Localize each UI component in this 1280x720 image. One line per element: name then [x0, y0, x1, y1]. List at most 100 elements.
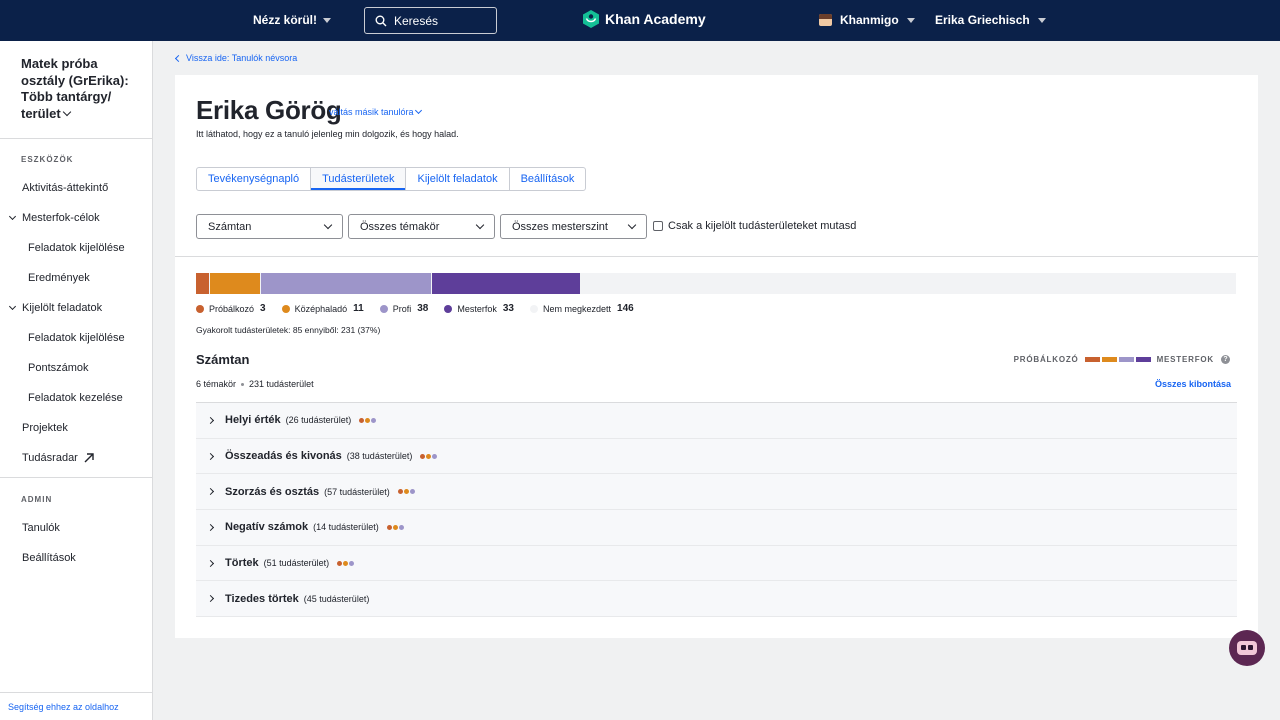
tab-skills[interactable]: Tudásterületek	[311, 168, 407, 190]
class-title: Matek próba osztály (GrErika): Több tant…	[21, 56, 129, 121]
divider	[175, 256, 1258, 257]
unit-name: Szorzás és osztás	[225, 485, 320, 498]
unit-name: Törtek	[225, 557, 259, 570]
class-selector[interactable]: Matek próba osztály (GrErika): Több tant…	[21, 56, 141, 122]
khanmigo-chat-button[interactable]	[1229, 630, 1265, 666]
mastery-dot	[365, 417, 371, 423]
unit-mastery-dots	[397, 489, 415, 495]
back-link[interactable]: Vissza ide: Tanulók névsora	[174, 53, 298, 63]
separator-dot	[241, 382, 245, 386]
sidebar-item-students[interactable]: Tanulók	[22, 522, 60, 534]
unit-row[interactable]: Tizedes törtek (45 tudásterület)	[196, 581, 1237, 618]
mastery-scale-swatch	[1101, 357, 1117, 362]
mastery-scale-legend: PRÓBÁLKOZÓ MESTERFOK ?	[1014, 355, 1230, 364]
mastery-dot	[359, 417, 365, 423]
unit-name: Helyi érték	[225, 414, 281, 427]
unit-row[interactable]: Szorzás és osztás (57 tudásterület)	[196, 474, 1237, 511]
khanmigo-icon	[1237, 641, 1257, 655]
unit-row[interactable]: Helyi érték (26 tudásterület)	[196, 403, 1237, 439]
progress-segment	[432, 273, 581, 294]
switch-student-button[interactable]: váltás másik tanulóra	[329, 106, 422, 117]
legend-label: Középhaladó	[294, 303, 348, 314]
course-title: Számtan	[196, 352, 250, 367]
sidebar-item-assign-content[interactable]: Feladatok kijelölése	[28, 332, 125, 344]
legend-item: Profi 38	[379, 303, 428, 314]
unit-skill-count: (57 tudásterület)	[324, 486, 390, 497]
student-name: Erika Görög	[196, 95, 342, 125]
chevron-right-icon	[206, 416, 215, 424]
progress-segment	[196, 273, 210, 294]
subject-dropdown[interactable]: Számtan	[196, 214, 343, 239]
chevron-down-icon	[475, 220, 485, 230]
mastery-dropdown-value: Összes mesterszint	[512, 220, 608, 233]
sidebar-item-knowledge-radar[interactable]: Tudásradar	[22, 452, 94, 464]
topic-dropdown[interactable]: Összes témakör	[348, 214, 495, 239]
help-icon[interactable]: ?	[1221, 355, 1230, 364]
mastery-scale-swatch	[1135, 357, 1151, 362]
sidebar-item-mastery-goals[interactable]: Mesterfok-célok	[22, 212, 100, 224]
sidebar-item-label: Tudásradar	[22, 452, 78, 464]
khan-academy-logo[interactable]: Khan Academy	[582, 10, 706, 28]
divider	[0, 477, 152, 478]
unit-mastery-dots	[420, 453, 438, 459]
unit-row[interactable]: Összeadás és kivonás (38 tudásterület)	[196, 438, 1237, 475]
search-placeholder: Keresés	[394, 13, 439, 28]
sidebar-item-projects[interactable]: Projektek	[22, 422, 68, 434]
legend-item: Mesterfok 33	[444, 303, 514, 314]
tab-assignments[interactable]: Kijelölt feladatok	[406, 168, 510, 190]
khanmigo-icon	[819, 14, 832, 26]
chevron-right-icon	[206, 452, 215, 460]
mastery-dot	[397, 489, 403, 495]
sidebar-item-assign-mastery[interactable]: Feladatok kijelölése	[28, 242, 125, 254]
mastery-scale-end: MESTERFOK	[1156, 355, 1214, 364]
legend-dot	[196, 304, 204, 313]
help-link[interactable]: Segítség ehhez az oldalhoz	[8, 702, 119, 712]
khanmigo-label: Khanmigo	[840, 13, 899, 27]
logo-text: Khan Academy	[605, 11, 706, 27]
chevron-down-icon[interactable]	[8, 212, 17, 221]
course-meta: 6 témakör 231 tudásterület	[196, 379, 314, 389]
only-assigned-checkbox[interactable]	[653, 221, 663, 231]
tab-settings[interactable]: Beállítások	[510, 168, 586, 190]
legend-dot	[281, 304, 290, 313]
top-navigation-bar: Nézz körül! Keresés Khan Academy Khanmig…	[0, 0, 1280, 41]
search-input[interactable]: Keresés	[364, 7, 497, 34]
mastery-dot	[392, 524, 398, 530]
unit-row[interactable]: Negatív számok (14 tudásterület)	[196, 510, 1237, 546]
only-assigned-filter[interactable]: Csak a kijelölt tudásterületeket mutasd	[653, 220, 856, 232]
expand-all-button[interactable]: Összes kibontása	[1155, 379, 1231, 389]
unit-row[interactable]: Törtek (51 tudásterület)	[196, 545, 1237, 582]
mastery-dot	[349, 560, 355, 566]
sidebar-item-scores[interactable]: Pontszámok	[28, 362, 89, 374]
sidebar-item-assignments[interactable]: Kijelölt feladatok	[22, 302, 102, 314]
sidebar-item-manage-assignments[interactable]: Feladatok kezelése	[28, 392, 123, 404]
section-label-tools: ESZKÖZÖK	[21, 155, 74, 164]
chevron-down-icon[interactable]	[8, 302, 17, 311]
practiced-summary: Gyakorolt tudásterületek: 85 ennyiből: 2…	[196, 325, 381, 335]
sidebar: Matek próba osztály (GrErika): Több tant…	[0, 41, 153, 720]
chevron-right-icon	[206, 559, 215, 567]
tab-activity-log[interactable]: Tevékenységnapló	[197, 168, 312, 190]
unit-skill-count: (38 tudásterület)	[346, 451, 413, 462]
sidebar-item-activity-overview[interactable]: Aktivitás-áttekintő	[22, 182, 108, 194]
skills-count: 231 tudásterület	[249, 379, 314, 389]
caret-down-icon	[323, 17, 332, 23]
khan-academy-logo-icon	[583, 10, 599, 28]
back-link-label: Vissza ide: Tanulók névsora	[186, 53, 298, 63]
unit-skill-count: (26 tudásterület)	[285, 415, 352, 426]
external-link-icon	[84, 453, 94, 463]
topic-dropdown-value: Összes témakör	[360, 220, 440, 233]
user-menu-button[interactable]: Erika Griechisch	[935, 13, 1046, 27]
mastery-level-dropdown[interactable]: Összes mesterszint	[500, 214, 647, 239]
sidebar-item-settings[interactable]: Beállítások	[22, 552, 76, 564]
subject-dropdown-value: Számtan	[208, 220, 252, 233]
sidebar-item-results[interactable]: Eredmények	[28, 272, 90, 284]
explore-menu-button[interactable]: Nézz körül!	[253, 13, 332, 27]
mastery-scale-bars	[1084, 357, 1151, 362]
caret-down-icon	[906, 17, 915, 23]
user-name: Erika Griechisch	[935, 13, 1030, 27]
chevron-down-icon	[62, 107, 71, 116]
unit-skill-count: (14 tudásterület)	[313, 522, 379, 533]
khanmigo-menu-button[interactable]: Khanmigo	[819, 13, 915, 27]
explore-label: Nézz körül!	[253, 13, 318, 27]
